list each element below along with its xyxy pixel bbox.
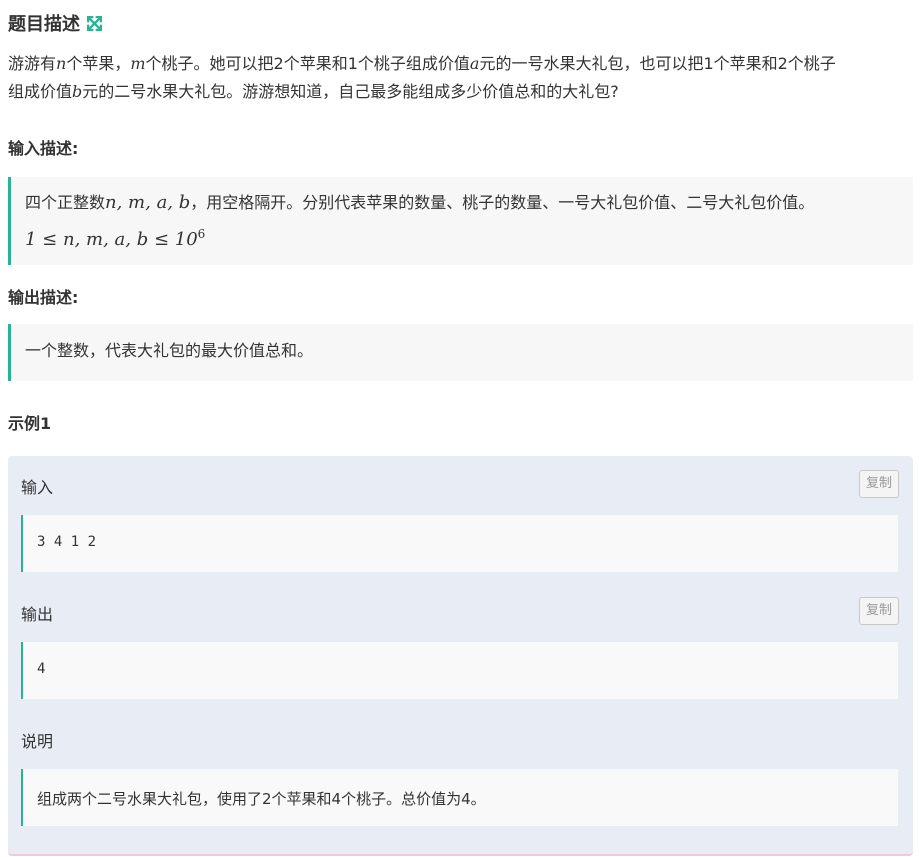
copy-output-button[interactable]: 复制 bbox=[859, 597, 899, 625]
description-line-1: 游游有n个苹果，m个桃子。她可以把2个苹果和1个桃子组成价值a元的一号水果大礼包… bbox=[8, 54, 836, 73]
output-description-heading: 输出描述: bbox=[8, 288, 79, 307]
problem-title: 题目描述 bbox=[8, 14, 80, 35]
example-heading: 示例1 bbox=[8, 414, 52, 433]
example-explain-block: 组成两个二号水果大礼包，使用了2个苹果和4个桃子。总价值为4。 bbox=[21, 769, 898, 826]
example-explain-text: 组成两个二号水果大礼包，使用了2个苹果和4个桃子。总价值为4。 bbox=[37, 790, 486, 808]
example-output-code[interactable]: 4 bbox=[21, 642, 898, 699]
example-input-code[interactable]: 3 4 1 2 bbox=[21, 515, 898, 572]
example-input-label: 输入 bbox=[21, 478, 54, 497]
description-line-2: 组成价值b元的二号水果大礼包。游游想知道，自己最多能组成多少价值总和的大礼包? bbox=[8, 82, 619, 101]
example-panel: 输入 复制 3 4 1 2 输出 复制 4 说明 组成两个二号水果大礼包，使用了… bbox=[8, 456, 913, 856]
input-description-text: 四个正整数n, m, a, b，用空格隔开。分别代表苹果的数量、桃子的数量、一号… bbox=[25, 192, 815, 213]
problem-title-row: 题目描述 bbox=[8, 10, 103, 36]
example-output-label: 输出 bbox=[21, 605, 54, 624]
expand-icon[interactable] bbox=[86, 15, 103, 32]
copy-input-button[interactable]: 复制 bbox=[859, 470, 899, 498]
input-description-heading: 输入描述: bbox=[8, 139, 79, 158]
example-input-value: 3 4 1 2 bbox=[37, 534, 97, 550]
output-description-text: 一个整数，代表大礼包的最大价值总和。 bbox=[25, 341, 314, 360]
output-description-block: 一个整数，代表大礼包的最大价值总和。 bbox=[8, 324, 913, 381]
input-constraint: 1 ≤ n, m, a, b ≤ 106 bbox=[25, 227, 206, 250]
example-output-value: 4 bbox=[37, 661, 46, 677]
input-description-block: 四个正整数n, m, a, b，用空格隔开。分别代表苹果的数量、桃子的数量、一号… bbox=[8, 177, 913, 265]
example-explain-label: 说明 bbox=[21, 732, 54, 751]
problem-description: 游游有n个苹果，m个桃子。她可以把2个苹果和1个桃子组成价值a元的一号水果大礼包… bbox=[8, 50, 913, 106]
